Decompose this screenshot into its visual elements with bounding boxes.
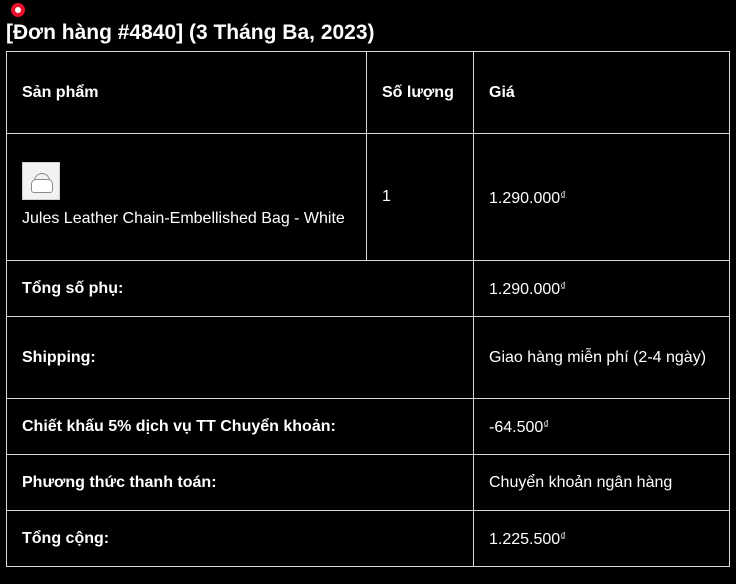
product-price-cell: 1.290.000₫ [473, 133, 730, 261]
cursor-marker-icon [11, 3, 25, 17]
product-thumbnail-icon[interactable] [22, 162, 60, 200]
header-price: Giá [473, 51, 730, 134]
payment-method-row: Phương thức thanh toán: Chuyển khoản ngâ… [6, 454, 730, 511]
payment-method-value: Chuyển khoản ngân hàng [473, 454, 730, 511]
currency-symbol: ₫ [560, 531, 566, 543]
table-header-row: Sản phẩm Số lượng Giá [6, 51, 730, 134]
currency-symbol: ₫ [543, 419, 549, 431]
discount-value: -64.500 [489, 419, 544, 436]
product-cell: Jules Leather Chain-Embellished Bag - Wh… [6, 133, 367, 261]
total-label: Tổng cộng: [6, 510, 474, 567]
currency-symbol: ₫ [560, 189, 566, 202]
table-row: Jules Leather Chain-Embellished Bag - Wh… [6, 133, 730, 261]
total-row: Tổng cộng: 1.225.500₫ [6, 510, 730, 567]
product-price: 1.290.000 [489, 189, 561, 207]
shipping-row: Shipping: Giao hàng miễn phí (2-4 ngày) [6, 316, 730, 399]
order-details-table: Sản phẩm Số lượng Giá Jules Leather Chai… [6, 51, 730, 567]
header-quantity: Số lượng [366, 51, 474, 134]
subtotal-value: 1.290.000 [489, 281, 561, 298]
subtotal-row: Tổng số phụ: 1.290.000₫ [6, 260, 730, 317]
subtotal-value-cell: 1.290.000₫ [473, 260, 730, 317]
shipping-value: Giao hàng miễn phí (2-4 ngày) [473, 316, 730, 399]
discount-row: Chiết khấu 5% dịch vụ TT Chuyển khoản: -… [6, 398, 730, 455]
currency-symbol: ₫ [560, 281, 566, 293]
discount-value-cell: -64.500₫ [473, 398, 730, 455]
order-title: [Đơn hàng #4840] (3 Tháng Ba, 2023) [6, 21, 375, 45]
total-value: 1.225.500 [489, 531, 561, 548]
discount-label: Chiết khấu 5% dịch vụ TT Chuyển khoản: [6, 398, 474, 455]
subtotal-label: Tổng số phụ: [6, 260, 474, 317]
payment-method-label: Phương thức thanh toán: [6, 454, 474, 511]
product-name: Jules Leather Chain-Embellished Bag - Wh… [22, 210, 345, 227]
total-value-cell: 1.225.500₫ [473, 510, 730, 567]
product-quantity: 1 [366, 133, 474, 261]
header-product: Sản phẩm [6, 51, 367, 134]
shipping-label: Shipping: [6, 316, 474, 399]
